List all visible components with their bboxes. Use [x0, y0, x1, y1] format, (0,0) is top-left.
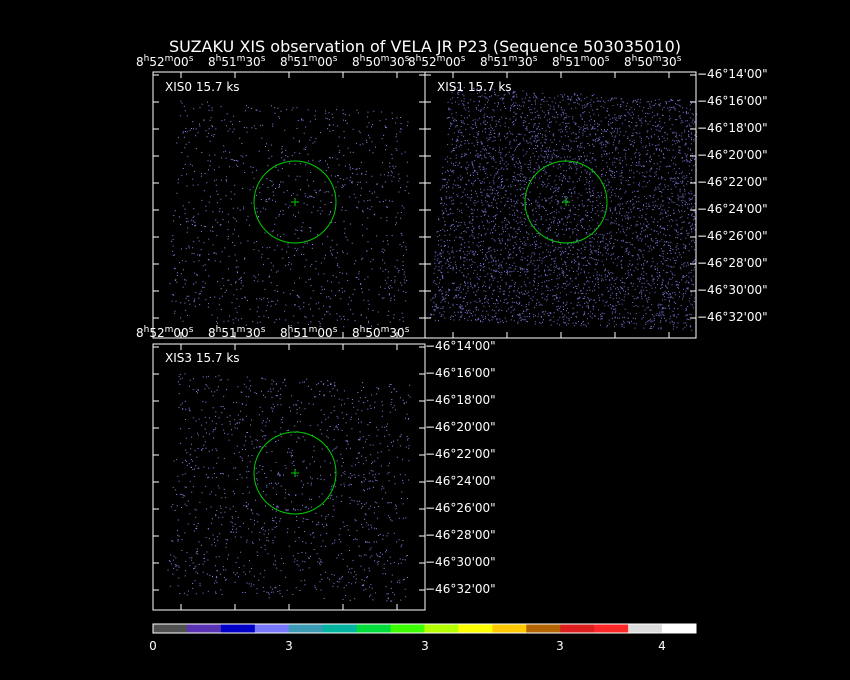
ra-tick-label: 8h52m00s — [136, 54, 194, 69]
ra-axis-top: 8h52m00s 8h51m30s 8h51m00s 8h50m30s8h52m00s… — [136, 54, 682, 69]
colorbar-tick-label: 3 — [285, 639, 293, 653]
xis-image-figure: SUZAKU XIS observation of VELA JR P23 (S… — [0, 0, 850, 680]
ra-tick-label: 8h51m30s — [480, 54, 538, 69]
dec-axis-middle: −46°14'00" −46°16'00" −46°18'00" −46°20'00"… — [425, 339, 496, 596]
colorbar-segment — [594, 624, 629, 633]
colorbar-segment — [254, 624, 290, 633]
dec-tick-label: −46°14'00" — [697, 67, 768, 81]
colorbar-segment — [526, 624, 561, 633]
dec-tick-label: −46°20'00" — [697, 148, 768, 162]
ra-tick-label: 8h51m30s — [208, 54, 266, 69]
dec-tick-label: −46°30'00" — [697, 283, 768, 297]
colorbar-segment — [390, 624, 425, 633]
dec-tick-label: −46°22'00" — [425, 447, 496, 461]
dec-axis-right: −46°14'00" −46°16'00" −46°18'00" −46°20'00"… — [697, 67, 768, 324]
ra-tick-label: 8h52m00s — [408, 54, 466, 69]
colorbar-segment — [322, 624, 358, 633]
ra-tick-label: 8h50m30s — [624, 54, 682, 69]
panel-xis3: XIS3 15.7 ks — [152, 343, 426, 611]
ra-tick-label: 8h50m30s — [352, 54, 410, 69]
xis3-event-scatter — [167, 373, 411, 602]
colorbar-segment — [288, 624, 324, 633]
dec-tick-label: −46°26'00" — [697, 229, 768, 243]
dec-tick-label: −46°20'00" — [425, 420, 496, 434]
colorbar-tick-label: 0 — [149, 639, 157, 653]
dec-tick-label: −46°14'00" — [425, 339, 496, 353]
panel-xis1: XIS1 15.7 ks — [424, 71, 698, 339]
colorbar-tick-label: 3 — [556, 639, 564, 653]
colorbar-segment — [186, 624, 222, 633]
dec-tick-label: −46°32'00" — [697, 310, 768, 324]
colorbar-tick-label: 4 — [658, 639, 666, 653]
dec-tick-label: −46°30'00" — [425, 555, 496, 569]
dec-tick-label: −46°16'00" — [697, 94, 768, 108]
dec-tick-label: −46°28'00" — [425, 528, 496, 542]
colorbar-segment — [492, 624, 527, 633]
xis1-events — [430, 86, 698, 331]
xis3-label: XIS3 15.7 ks — [165, 351, 240, 365]
dec-tick-label: −46°24'00" — [697, 202, 768, 216]
xis0-exposure-region — [166, 100, 410, 330]
dec-tick-label: −46°28'00" — [697, 256, 768, 270]
colorbar-tick-label: 3 — [421, 639, 429, 653]
dec-tick-label: −46°24'00" — [425, 474, 496, 488]
colorbar-segment — [153, 624, 188, 633]
dec-tick-label: −46°18'00" — [425, 393, 496, 407]
panel-xis0: XIS0 15.7 ks — [152, 71, 426, 339]
dec-tick-label: −46°18'00" — [697, 121, 768, 135]
dec-tick-label: −46°26'00" — [425, 501, 496, 515]
xis1-event-scatter — [430, 86, 698, 331]
colorbar — [152, 623, 697, 634]
colorbar-segment — [560, 624, 595, 633]
colorbar-segment — [220, 624, 256, 633]
dec-tick-label: −46°32'00" — [425, 582, 496, 596]
colorbar-segment — [424, 624, 459, 633]
colorbar-segment — [628, 624, 663, 633]
ra-tick-label: 8h51m00s — [280, 54, 338, 69]
colorbar-segment — [662, 624, 697, 633]
xis0-label: XIS0 15.7 ks — [165, 80, 240, 94]
xis1-label: XIS1 15.7 ks — [437, 80, 512, 94]
colorbar-segment — [458, 624, 493, 633]
figure-canvas: SUZAKU XIS observation of VELA JR P23 (S… — [136, 37, 768, 653]
dec-tick-label: −46°22'00" — [697, 175, 768, 189]
colorbar-segment — [356, 624, 392, 633]
ra-tick-label: 8h51m00s — [552, 54, 610, 69]
dec-tick-label: −46°16'00" — [425, 366, 496, 380]
colorbar-labels: 0 3 3 3 4 — [149, 639, 666, 653]
xis3-events — [167, 373, 411, 602]
